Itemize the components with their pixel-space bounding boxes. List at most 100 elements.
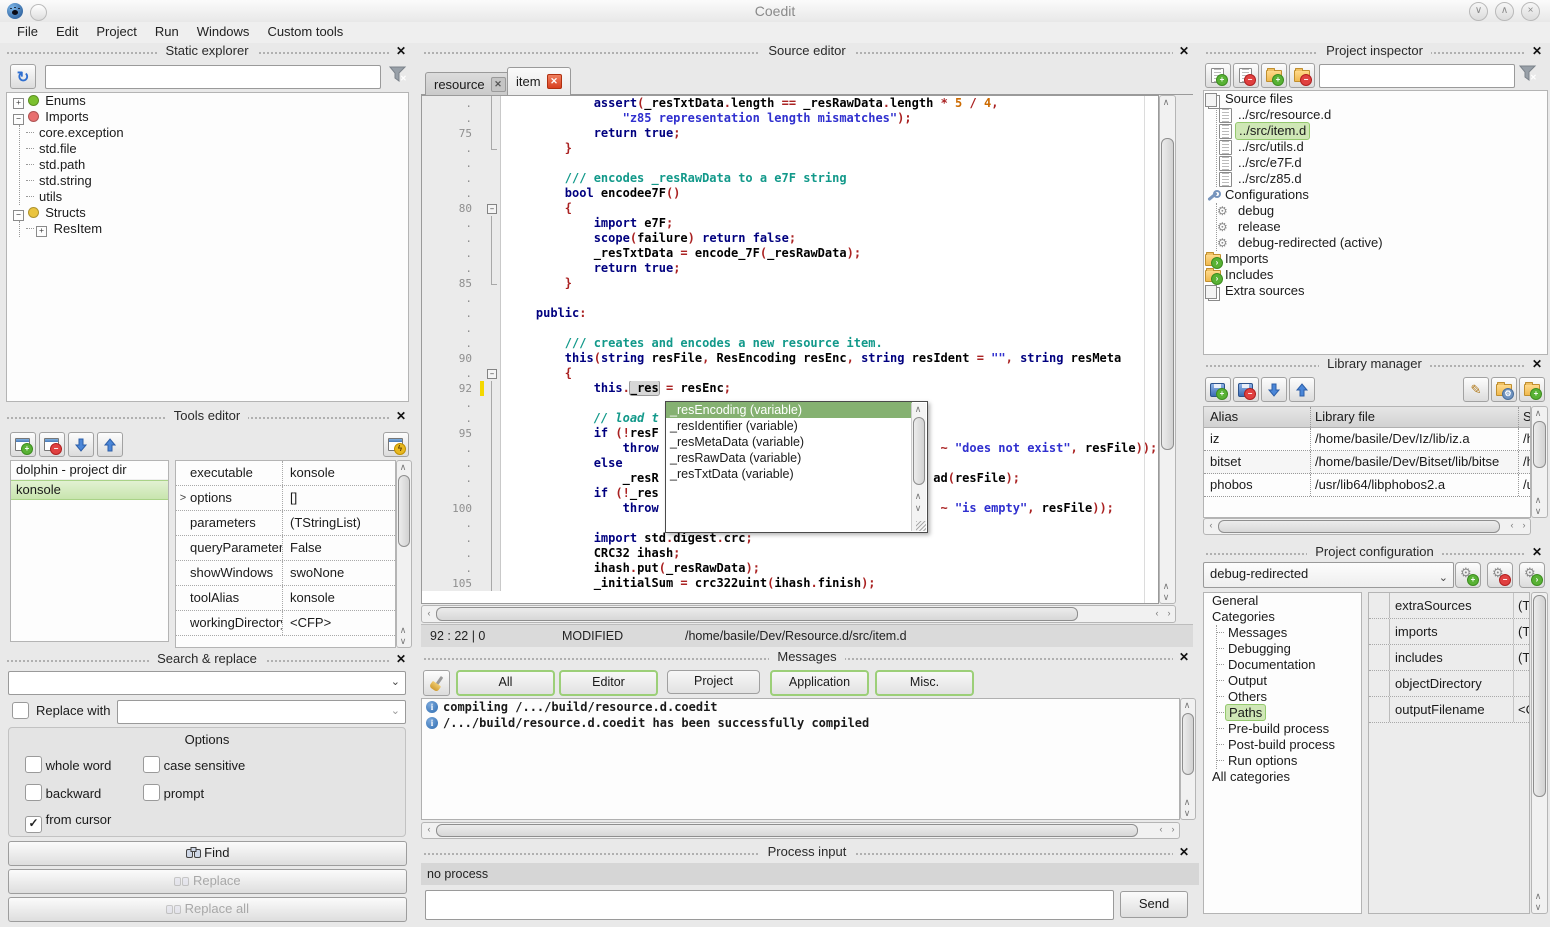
filter-application[interactable]: Application (770, 670, 869, 696)
scroll-down-icon[interactable]: ∨ (1181, 808, 1193, 818)
tool-item-dolphin-project-dir[interactable]: dolphin - project dir (11, 461, 168, 480)
close-icon[interactable]: × (1521, 2, 1540, 21)
refresh-button[interactable]: ↻ (10, 64, 36, 89)
tree-item-std-path[interactable]: std.path (20, 157, 408, 173)
tab-resource[interactable]: resource ✕ (425, 72, 515, 95)
scroll-left-icon[interactable]: ‹ (1155, 824, 1167, 834)
code-line[interactable]: . } (422, 141, 1158, 156)
completion-item[interactable]: _resMetaData (variable) (666, 434, 912, 450)
project-node-source-files[interactable]: Source files (1204, 91, 1547, 107)
tab-item[interactable]: item ✕ (507, 67, 571, 95)
scroll-up-icon[interactable]: ∧ (397, 625, 409, 635)
expand-icon[interactable]: + (36, 226, 47, 237)
send-button[interactable]: Send (1120, 891, 1188, 918)
category-paths[interactable]: Paths (1217, 705, 1361, 721)
property-row[interactable]: toolAliaskonsole (176, 586, 395, 611)
scroll-left-icon[interactable]: ‹ (423, 608, 435, 618)
category-all-categories[interactable]: All categories (1204, 769, 1361, 785)
code-line[interactable]: . "z85 representation length mismatches"… (422, 111, 1158, 126)
config-property-value[interactable]: <CFP> (1514, 697, 1529, 722)
code-line[interactable]: . assert(_resTxtData.length == _resRawDa… (422, 96, 1158, 111)
add-file-button[interactable]: + (1205, 63, 1231, 88)
config-property-row[interactable]: outputFilename<CFP> (1369, 697, 1529, 723)
code-line[interactable]: . (422, 321, 1158, 336)
property-row[interactable]: >options[] (176, 486, 395, 511)
minimize-icon[interactable]: ∨ (1469, 2, 1488, 21)
tools-editor-close-icon[interactable]: ✕ (394, 409, 408, 423)
configuration-vscrollbar[interactable]: ∧ ∨ (1531, 592, 1548, 914)
property-row[interactable]: parameters(TStringList) (176, 511, 395, 536)
remove-file-button[interactable]: − (1233, 63, 1259, 88)
tree-item-std-file[interactable]: std.file (20, 141, 408, 157)
config-property-row[interactable]: objectDirectory (1369, 671, 1529, 697)
static-explorer-search-input[interactable] (45, 65, 381, 89)
property-value[interactable]: False (283, 536, 395, 560)
remove-configuration-button[interactable]: ⚙− (1487, 562, 1513, 588)
code-line[interactable]: 92 this._res = resEnc; (422, 381, 1158, 396)
category-categories[interactable]: Categories (1204, 609, 1361, 625)
category-post-build-process[interactable]: Post-build process (1217, 737, 1361, 753)
find-button[interactable]: Find (8, 841, 407, 866)
project-node-imports[interactable]: ›Imports (1204, 251, 1547, 267)
unchecked-checkbox-icon[interactable] (25, 756, 42, 773)
scroll-left-icon[interactable]: ‹ (1506, 520, 1518, 530)
scroll-up-icon[interactable]: ∧ (1160, 97, 1172, 107)
run-tool-button[interactable]: ϟ (383, 432, 409, 457)
expand-icon[interactable]: + (13, 98, 24, 109)
move-library-up-button[interactable] (1289, 377, 1315, 402)
code-line[interactable]: . (422, 291, 1158, 306)
replace-with-checkbox[interactable] (12, 702, 29, 719)
messages-vscrollbar[interactable]: ∧ ∧ ∨ (1180, 698, 1196, 820)
code-line[interactable]: . /// encodes _resRawData to a e7F strin… (422, 171, 1158, 186)
scroll-down-icon[interactable]: ∨ (1532, 902, 1544, 912)
code-line[interactable]: . _resTxtData = encode_7F(_resRawData); (422, 246, 1158, 261)
code-line[interactable]: . return true; (422, 261, 1158, 276)
code-line[interactable]: 85 } (422, 276, 1158, 291)
move-library-down-button[interactable] (1261, 377, 1287, 402)
project-node--src-z85-d[interactable]: ../src/z85.d (1217, 171, 1547, 187)
completion-item[interactable]: _resTxtData (variable) (666, 466, 912, 482)
code-line[interactable]: 90 this(string resFile, ResEncoding resE… (422, 351, 1158, 366)
collapse-icon[interactable]: − (13, 210, 24, 221)
filter-clear-icon[interactable]: ✕ (1518, 64, 1538, 85)
remove-library-button[interactable]: − (1233, 377, 1259, 402)
fold-collapse-icon[interactable]: − (487, 369, 497, 379)
category-others[interactable]: Others (1217, 689, 1361, 705)
project-node-configurations[interactable]: Configurations (1204, 187, 1547, 203)
scroll-up-icon[interactable]: ∧ (397, 462, 409, 472)
code-line[interactable]: .− { (422, 366, 1158, 381)
project-node-extra-sources[interactable]: Extra sources (1204, 283, 1547, 299)
scroll-up-icon[interactable]: ∧ (1532, 891, 1544, 901)
checkbox-prompt[interactable]: prompt (143, 784, 204, 801)
project-configuration-close-icon[interactable]: ✕ (1530, 545, 1544, 559)
library-row[interactable]: bitset/home/basile/Dev/Bitset/lib/bitse/… (1204, 451, 1530, 474)
scroll-up-icon[interactable]: ∧ (1532, 495, 1544, 505)
project-node-includes[interactable]: ›Includes (1204, 267, 1547, 283)
scroll-down-icon[interactable]: ∨ (1160, 592, 1172, 602)
library-hscrollbar[interactable]: ‹ ‹ › (1203, 518, 1531, 535)
edit-library-button[interactable]: ✎ (1463, 377, 1489, 402)
fold-collapse-icon[interactable]: − (487, 204, 497, 214)
checkbox-backward[interactable]: backward (25, 784, 101, 801)
tree-item-structs[interactable]: − Structs (7, 205, 408, 221)
completion-item[interactable]: _resIdentifier (variable) (666, 418, 912, 434)
code-line[interactable]: . bool encodee7F() (422, 186, 1158, 201)
checkbox-case-sensitive[interactable]: case sensitive (143, 756, 245, 773)
filter-all[interactable]: All (456, 670, 555, 696)
tab-close-icon[interactable]: ✕ (547, 74, 562, 89)
property-value[interactable]: konsole (283, 586, 395, 610)
property-value[interactable]: (TStringList) (283, 511, 395, 535)
column-header[interactable]: S (1519, 407, 1530, 427)
unchecked-checkbox-icon[interactable] (143, 756, 160, 773)
scroll-up-icon[interactable]: ∧ (912, 404, 924, 414)
code-line[interactable]: . import e7F; (422, 216, 1158, 231)
category-run-options[interactable]: Run options (1217, 753, 1361, 769)
property-value[interactable]: <CFP> (283, 611, 395, 635)
source-editor-close-icon[interactable]: ✕ (1177, 44, 1191, 58)
property-row[interactable]: showWindowsswoNone (176, 561, 395, 586)
scroll-up-icon[interactable]: ∧ (1160, 581, 1172, 591)
menu-custom-tools[interactable]: Custom tools (258, 22, 352, 41)
add-configuration-button[interactable]: ⚙+ (1455, 562, 1481, 588)
message-row[interactable]: i/.../build/resource.d.coedit has been s… (422, 715, 1179, 731)
message-row[interactable]: icompiling /.../build/resource.d.coedit (422, 699, 1179, 715)
